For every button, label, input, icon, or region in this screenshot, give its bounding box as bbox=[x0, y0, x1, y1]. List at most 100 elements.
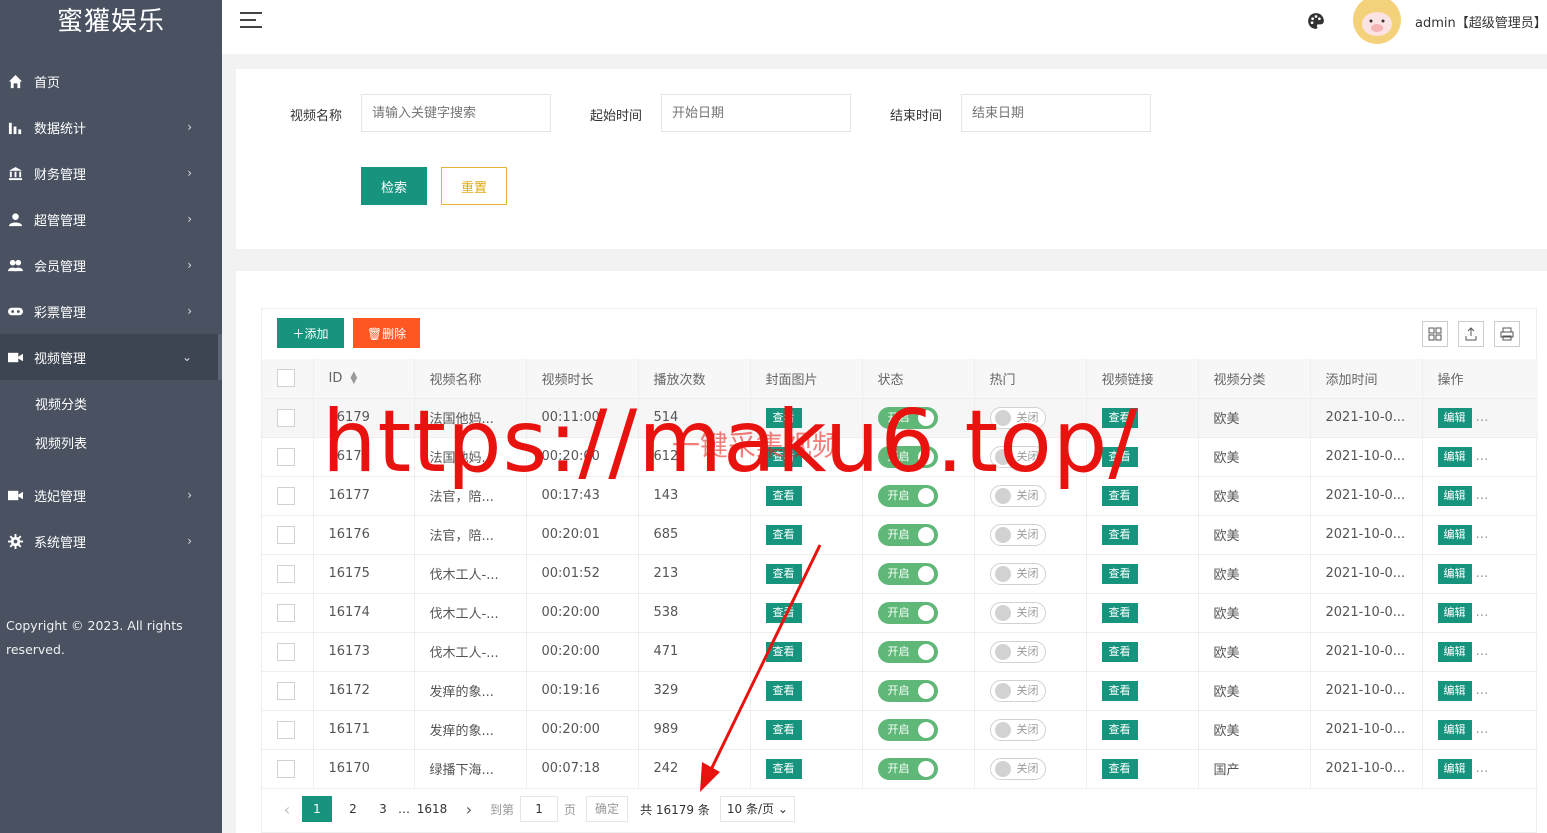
user-name[interactable]: admin【超级管理员】 bbox=[1415, 12, 1547, 31]
hot-switch[interactable]: 关闭 bbox=[989, 562, 1046, 585]
row-checkbox-cell[interactable] bbox=[262, 749, 314, 789]
edit-button[interactable]: 编辑 bbox=[1437, 407, 1472, 428]
edit-button[interactable]: 编辑 bbox=[1437, 563, 1472, 584]
status-switch[interactable]: 开启 bbox=[877, 601, 938, 624]
view-cover-button[interactable]: 查看 bbox=[765, 758, 802, 779]
hot-switch[interactable]: 关闭 bbox=[989, 484, 1046, 507]
view-link-button[interactable]: 查看 bbox=[1101, 758, 1138, 779]
status-switch[interactable]: 开启 bbox=[877, 640, 938, 663]
row-checkbox[interactable] bbox=[277, 408, 295, 427]
more-actions[interactable]: … bbox=[1476, 527, 1489, 542]
row-checkbox[interactable] bbox=[277, 759, 295, 778]
edit-button[interactable]: 编辑 bbox=[1437, 524, 1472, 545]
row-checkbox[interactable] bbox=[277, 486, 295, 505]
view-cover-button[interactable]: 查看 bbox=[765, 602, 802, 623]
view-cover-button[interactable]: 查看 bbox=[765, 485, 802, 506]
edit-button[interactable]: 编辑 bbox=[1437, 602, 1472, 623]
prev-page-icon[interactable]: ‹ bbox=[272, 800, 302, 819]
more-actions[interactable]: … bbox=[1476, 449, 1489, 464]
hot-switch[interactable]: 关闭 bbox=[989, 445, 1046, 468]
hot-switch[interactable]: 关闭 bbox=[989, 406, 1046, 429]
more-actions[interactable]: … bbox=[1476, 722, 1489, 737]
edit-button[interactable]: 编辑 bbox=[1437, 680, 1472, 701]
print-icon[interactable] bbox=[1494, 321, 1520, 347]
view-link-button[interactable]: 查看 bbox=[1101, 563, 1138, 584]
view-link-button[interactable]: 查看 bbox=[1101, 524, 1138, 545]
sidebar-item-admins[interactable]: 超管管理 › bbox=[0, 196, 222, 242]
view-cover-button[interactable]: 查看 bbox=[765, 680, 802, 701]
view-link-button[interactable]: 查看 bbox=[1101, 719, 1138, 740]
header-checkbox-cell[interactable] bbox=[262, 359, 314, 399]
row-checkbox[interactable] bbox=[277, 720, 295, 739]
video-name-input[interactable] bbox=[361, 94, 551, 132]
export-icon[interactable] bbox=[1458, 321, 1484, 347]
goto-page-input[interactable]: 1 bbox=[520, 796, 559, 822]
hot-switch[interactable]: 关闭 bbox=[989, 601, 1046, 624]
delete-button[interactable]: 🗑删除 bbox=[353, 318, 420, 348]
reset-button[interactable]: 重置 bbox=[441, 167, 507, 205]
row-checkbox-cell[interactable] bbox=[262, 437, 314, 477]
menu-toggle-icon[interactable] bbox=[240, 12, 262, 32]
status-switch[interactable]: 开启 bbox=[877, 718, 938, 741]
edit-button[interactable]: 编辑 bbox=[1437, 719, 1472, 740]
view-link-button[interactable]: 查看 bbox=[1101, 641, 1138, 662]
hot-switch[interactable]: 关闭 bbox=[989, 523, 1046, 546]
row-checkbox-cell[interactable] bbox=[262, 554, 314, 594]
sidebar-item-system[interactable]: 系统管理 › bbox=[0, 518, 222, 564]
view-cover-button[interactable]: 查看 bbox=[765, 524, 802, 545]
more-actions[interactable]: … bbox=[1476, 644, 1489, 659]
sidebar-item-finance[interactable]: 财务管理 › bbox=[0, 150, 222, 196]
row-checkbox[interactable] bbox=[277, 642, 295, 661]
page-size-select[interactable]: 10 条/页 ⌄ bbox=[719, 796, 795, 822]
hot-switch[interactable]: 关闭 bbox=[989, 679, 1046, 702]
row-checkbox[interactable] bbox=[277, 603, 295, 622]
row-checkbox[interactable] bbox=[277, 447, 295, 466]
more-actions[interactable]: … bbox=[1476, 410, 1489, 425]
row-checkbox[interactable] bbox=[277, 681, 295, 700]
view-cover-button[interactable]: 查看 bbox=[765, 563, 802, 584]
edit-button[interactable]: 编辑 bbox=[1437, 446, 1472, 467]
view-link-button[interactable]: 查看 bbox=[1101, 485, 1138, 506]
page-button-current[interactable]: 1 bbox=[302, 796, 332, 822]
column-header-id[interactable]: ID ▲ ▼ bbox=[313, 359, 415, 399]
page-button[interactable]: 3 bbox=[368, 796, 398, 822]
sidebar-item-lottery[interactable]: 彩票管理 › bbox=[0, 288, 222, 334]
status-switch[interactable]: 开启 bbox=[877, 679, 938, 702]
view-cover-button[interactable]: 查看 bbox=[765, 641, 802, 662]
view-cover-button[interactable]: 查看 bbox=[765, 407, 802, 428]
sidebar-subitem-video-category[interactable]: 视频分类 bbox=[0, 386, 222, 425]
hot-switch[interactable]: 关闭 bbox=[989, 640, 1046, 663]
sidebar-subitem-video-list[interactable]: 视频列表 bbox=[0, 425, 222, 464]
status-switch[interactable]: 开启 bbox=[877, 523, 938, 546]
more-actions[interactable]: … bbox=[1476, 605, 1489, 620]
sidebar-item-members[interactable]: 会员管理 › bbox=[0, 242, 222, 288]
view-link-button[interactable]: 查看 bbox=[1101, 680, 1138, 701]
more-actions[interactable]: … bbox=[1476, 761, 1489, 776]
row-checkbox-cell[interactable] bbox=[262, 515, 314, 555]
select-all-checkbox[interactable] bbox=[277, 369, 295, 388]
end-date-input[interactable] bbox=[961, 94, 1151, 132]
row-checkbox-cell[interactable] bbox=[262, 710, 314, 750]
row-checkbox-cell[interactable] bbox=[262, 671, 314, 711]
view-cover-button[interactable]: 查看 bbox=[765, 719, 802, 740]
view-link-button[interactable]: 查看 bbox=[1101, 407, 1138, 428]
more-actions[interactable]: … bbox=[1476, 566, 1489, 581]
page-button[interactable]: 2 bbox=[338, 796, 368, 822]
page-button-last[interactable]: 1618 bbox=[410, 796, 454, 822]
sidebar-item-stats[interactable]: 数据统计 › bbox=[0, 104, 222, 150]
status-switch[interactable]: 开启 bbox=[877, 562, 938, 585]
row-checkbox-cell[interactable] bbox=[262, 476, 314, 516]
palette-icon[interactable] bbox=[1307, 12, 1325, 30]
row-checkbox[interactable] bbox=[277, 564, 295, 583]
row-checkbox-cell[interactable] bbox=[262, 632, 314, 672]
start-date-input[interactable] bbox=[661, 94, 851, 132]
search-button[interactable]: 检索 bbox=[361, 167, 427, 205]
row-checkbox[interactable] bbox=[277, 525, 295, 544]
view-link-button[interactable]: 查看 bbox=[1101, 602, 1138, 623]
hot-switch[interactable]: 关闭 bbox=[989, 757, 1046, 780]
row-checkbox-cell[interactable] bbox=[262, 593, 314, 633]
edit-button[interactable]: 编辑 bbox=[1437, 485, 1472, 506]
more-actions[interactable]: … bbox=[1476, 488, 1489, 503]
edit-button[interactable]: 编辑 bbox=[1437, 641, 1472, 662]
view-link-button[interactable]: 查看 bbox=[1101, 446, 1138, 467]
